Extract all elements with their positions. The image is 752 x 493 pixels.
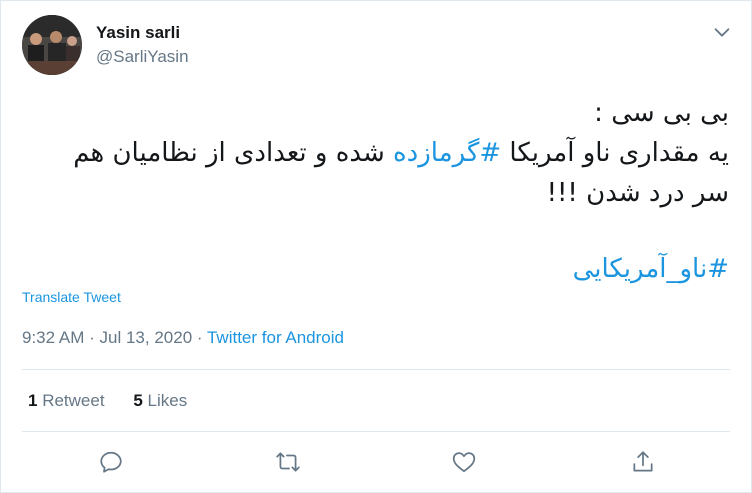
likes-count: 5 bbox=[133, 391, 143, 410]
chevron-down-icon[interactable] bbox=[711, 21, 733, 43]
tweet-line-suffix: شده و تعدادی از نظامیان هم bbox=[73, 138, 385, 168]
meta-separator: · bbox=[89, 328, 95, 347]
tweet-time[interactable]: 9:32 AM bbox=[22, 328, 84, 347]
author-handle[interactable]: @SarliYasin bbox=[96, 47, 189, 67]
hashtag-link[interactable]: #گرمازده bbox=[393, 138, 501, 168]
tweet-line: بی بی سی : bbox=[594, 98, 729, 128]
tweet-date[interactable]: Jul 13, 2020 bbox=[100, 328, 193, 347]
retweet-count: 1 bbox=[28, 391, 38, 410]
tweet-source[interactable]: Twitter for Android bbox=[207, 328, 344, 347]
hashtag-link[interactable]: #ناو_آمریکایی bbox=[29, 249, 729, 289]
tweet-meta: 9:32 AM · Jul 13, 2020 · Twitter for And… bbox=[22, 328, 344, 348]
divider bbox=[22, 369, 730, 370]
tweet-line-prefix: یه مقداری ناو آمریکا bbox=[501, 138, 729, 168]
tweet-card: Yasin sarli @SarliYasin بی بی سی : یه مق… bbox=[0, 0, 752, 493]
meta-separator: · bbox=[196, 328, 203, 347]
heart-icon[interactable] bbox=[451, 449, 477, 475]
retweet-label: Retweet bbox=[42, 391, 105, 410]
tweet-line: یه مقداری ناو آمریکا #گرمازده شده و تعدا… bbox=[29, 133, 729, 173]
retweet-count-link[interactable]: 1 Retweet bbox=[28, 391, 105, 410]
avatar-photo bbox=[22, 15, 82, 75]
likes-count-link[interactable]: 5 Likes bbox=[133, 391, 187, 410]
likes-label: Likes bbox=[147, 391, 188, 410]
translate-link[interactable]: Translate Tweet bbox=[22, 289, 121, 305]
tweet-line: سر درد شدن !!! bbox=[546, 178, 729, 208]
retweet-icon[interactable] bbox=[275, 449, 301, 475]
avatar[interactable] bbox=[22, 15, 82, 75]
author-name[interactable]: Yasin sarli bbox=[96, 23, 180, 43]
tweet-stats: 1 Retweet 5 Likes bbox=[28, 391, 211, 411]
reply-icon[interactable] bbox=[98, 449, 124, 475]
divider bbox=[22, 431, 730, 432]
share-icon[interactable] bbox=[630, 449, 656, 475]
tweet-text: بی بی سی : یه مقداری ناو آمریکا #گرمازده… bbox=[29, 93, 729, 289]
